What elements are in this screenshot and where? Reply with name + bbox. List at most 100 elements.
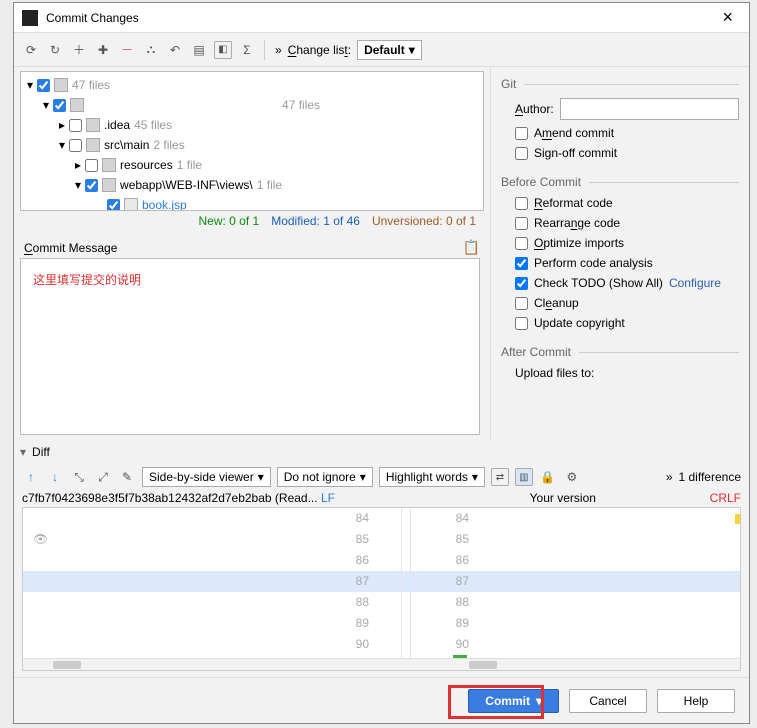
- configure-link[interactable]: Configure: [669, 276, 721, 290]
- commit-message-label-row: Commit Message 📋: [20, 237, 484, 258]
- undo-icon[interactable]: ↶: [166, 41, 184, 59]
- checkbox[interactable]: [107, 199, 120, 212]
- diff-gutter: [401, 508, 411, 670]
- changes-panel: ▾ 47 files ▾ 47 files ▸ .idea 45 files ▾…: [14, 67, 491, 441]
- editor-settings-icon[interactable]: ▥: [515, 468, 533, 486]
- copyright-checkbox[interactable]: [515, 317, 528, 330]
- folder-icon: [102, 178, 116, 192]
- message-history-icon[interactable]: 📋: [463, 239, 480, 256]
- current-line-highlight: [23, 571, 740, 592]
- commit-message-textarea[interactable]: 这里填写提交的说明: [20, 258, 480, 435]
- edit-icon[interactable]: ✎: [118, 468, 136, 486]
- signoff-row[interactable]: Sign-off commit: [501, 143, 739, 163]
- app-icon: [22, 10, 38, 26]
- author-input[interactable]: [560, 98, 739, 120]
- viewer-mode-select[interactable]: Side-by-side viewer▾: [142, 467, 271, 487]
- cleanup-row[interactable]: Cleanup: [501, 293, 739, 313]
- tree-row[interactable]: ▾ 47 files: [23, 75, 481, 95]
- diff-viewer[interactable]: 👁 8485868788899091 8485868788899091: [22, 507, 741, 671]
- unversioned-count: Unversioned: 0 of 1: [372, 214, 476, 228]
- dialog-footer: Commit▾ Cancel Help: [14, 677, 749, 723]
- add-icon[interactable]: ＋: [70, 41, 88, 59]
- checkbox[interactable]: [85, 179, 98, 192]
- remove-icon[interactable]: －: [118, 41, 136, 59]
- collapse-icon[interactable]: ⤢: [94, 468, 112, 486]
- diff-icon[interactable]: ▤: [190, 41, 208, 59]
- right-line-numbers: 8485868788899091: [423, 508, 479, 670]
- diff-header[interactable]: ▾ Diff: [14, 441, 749, 463]
- lock-icon[interactable]: 🔒: [539, 468, 557, 486]
- show-icon[interactable]: ◧: [214, 41, 232, 59]
- tree-row[interactable]: book.jsp: [23, 195, 481, 211]
- checkbox[interactable]: [85, 159, 98, 172]
- analysis-row[interactable]: Perform code analysis: [501, 253, 739, 273]
- reformat-icon[interactable]: Σ: [238, 41, 256, 59]
- sync-scroll-icon[interactable]: ⇄: [491, 468, 509, 486]
- reformat-row[interactable]: Reformat code: [501, 193, 739, 213]
- close-button[interactable]: ×: [714, 7, 741, 28]
- left-line-numbers: 8485868788899091: [323, 508, 379, 670]
- separator: [264, 40, 265, 60]
- amend-row[interactable]: Amend commit: [501, 123, 739, 143]
- toolbar: ⟳ ↻ ＋ ✚ － ⛬ ↶ ▤ ◧ Σ » Change list: Defau…: [14, 33, 749, 67]
- left-file-title: c7fb7f0423698e3f5f7b38ab12432af2d7eb2bab…: [22, 491, 530, 505]
- sync-icon[interactable]: ↻: [46, 41, 64, 59]
- refresh-icon[interactable]: ⟳: [22, 41, 40, 59]
- gear-icon[interactable]: ⚙: [563, 468, 581, 486]
- folder-icon: [70, 98, 84, 112]
- main-split: ▾ 47 files ▾ 47 files ▸ .idea 45 files ▾…: [14, 67, 749, 441]
- titlebar[interactable]: Commit Changes ×: [14, 3, 749, 33]
- tree-row[interactable]: ▸ .idea 45 files: [23, 115, 481, 135]
- ignore-select[interactable]: Do not ignore▾: [277, 467, 373, 487]
- horizontal-scrollbar[interactable]: [23, 658, 740, 670]
- tree-row[interactable]: ▾ webapp\WEB-INF\views\ 1 file: [23, 175, 481, 195]
- todo-row[interactable]: Check TODO (Show All) Configure: [501, 273, 739, 293]
- tree-row[interactable]: ▾ src\main 2 files: [23, 135, 481, 155]
- chevron-down-icon: ▾: [472, 470, 478, 484]
- changelist-label: Change list:: [288, 43, 351, 57]
- highlight-select[interactable]: Highlight words▾: [379, 467, 485, 487]
- eye-icon[interactable]: 👁: [33, 532, 48, 546]
- commit-button[interactable]: Commit▾: [468, 689, 559, 713]
- rearrange-row[interactable]: Rearrange code: [501, 213, 739, 233]
- changes-tree[interactable]: ▾ 47 files ▾ 47 files ▸ .idea 45 files ▾…: [20, 71, 484, 211]
- expand-icon[interactable]: ⤡: [70, 468, 88, 486]
- cleanup-checkbox[interactable]: [515, 297, 528, 310]
- diff-file-headers: c7fb7f0423698e3f5f7b38ab12432af2d7eb2bab…: [14, 491, 749, 505]
- analysis-checkbox[interactable]: [515, 257, 528, 270]
- optimize-row[interactable]: Optimize imports: [501, 233, 739, 253]
- diff-toolbar: ↑ ↓ ⤡ ⤢ ✎ Side-by-side viewer▾ Do not ig…: [14, 463, 749, 491]
- tree-row[interactable]: ▾ 47 files: [23, 95, 481, 115]
- changelist-select[interactable]: Default ▾: [357, 40, 422, 60]
- upload-row: Upload files to:: [501, 363, 739, 383]
- collapse-diff-icon[interactable]: ▾: [20, 445, 26, 459]
- folder-icon: [86, 118, 100, 132]
- checkbox[interactable]: [53, 99, 66, 112]
- cancel-button[interactable]: Cancel: [569, 689, 647, 713]
- overview-marker[interactable]: [735, 514, 741, 524]
- file-icon: [124, 198, 138, 211]
- right-encoding: CRLF: [710, 491, 741, 505]
- todo-checkbox[interactable]: [515, 277, 528, 290]
- help-button[interactable]: Help: [657, 689, 735, 713]
- new-icon[interactable]: ✚: [94, 41, 112, 59]
- down-arrow-icon[interactable]: ↓: [46, 468, 64, 486]
- signoff-checkbox[interactable]: [515, 147, 528, 160]
- checkbox[interactable]: [69, 139, 82, 152]
- group-icon[interactable]: ⛬: [142, 41, 160, 59]
- author-row: Author:: [501, 95, 739, 123]
- reformat-checkbox[interactable]: [515, 197, 528, 210]
- checkbox[interactable]: [37, 79, 50, 92]
- tree-row[interactable]: ▸ resources 1 file: [23, 155, 481, 175]
- git-group-title: Git: [501, 73, 739, 95]
- up-arrow-icon[interactable]: ↑: [22, 468, 40, 486]
- scrollbar-thumb[interactable]: [469, 661, 497, 669]
- amend-checkbox[interactable]: [515, 127, 528, 140]
- copyright-row[interactable]: Update copyright: [501, 313, 739, 333]
- folder-icon: [54, 78, 68, 92]
- diff-count: 1 difference: [679, 470, 742, 484]
- rearrange-checkbox[interactable]: [515, 217, 528, 230]
- optimize-checkbox[interactable]: [515, 237, 528, 250]
- scrollbar-thumb[interactable]: [53, 661, 81, 669]
- checkbox[interactable]: [69, 119, 82, 132]
